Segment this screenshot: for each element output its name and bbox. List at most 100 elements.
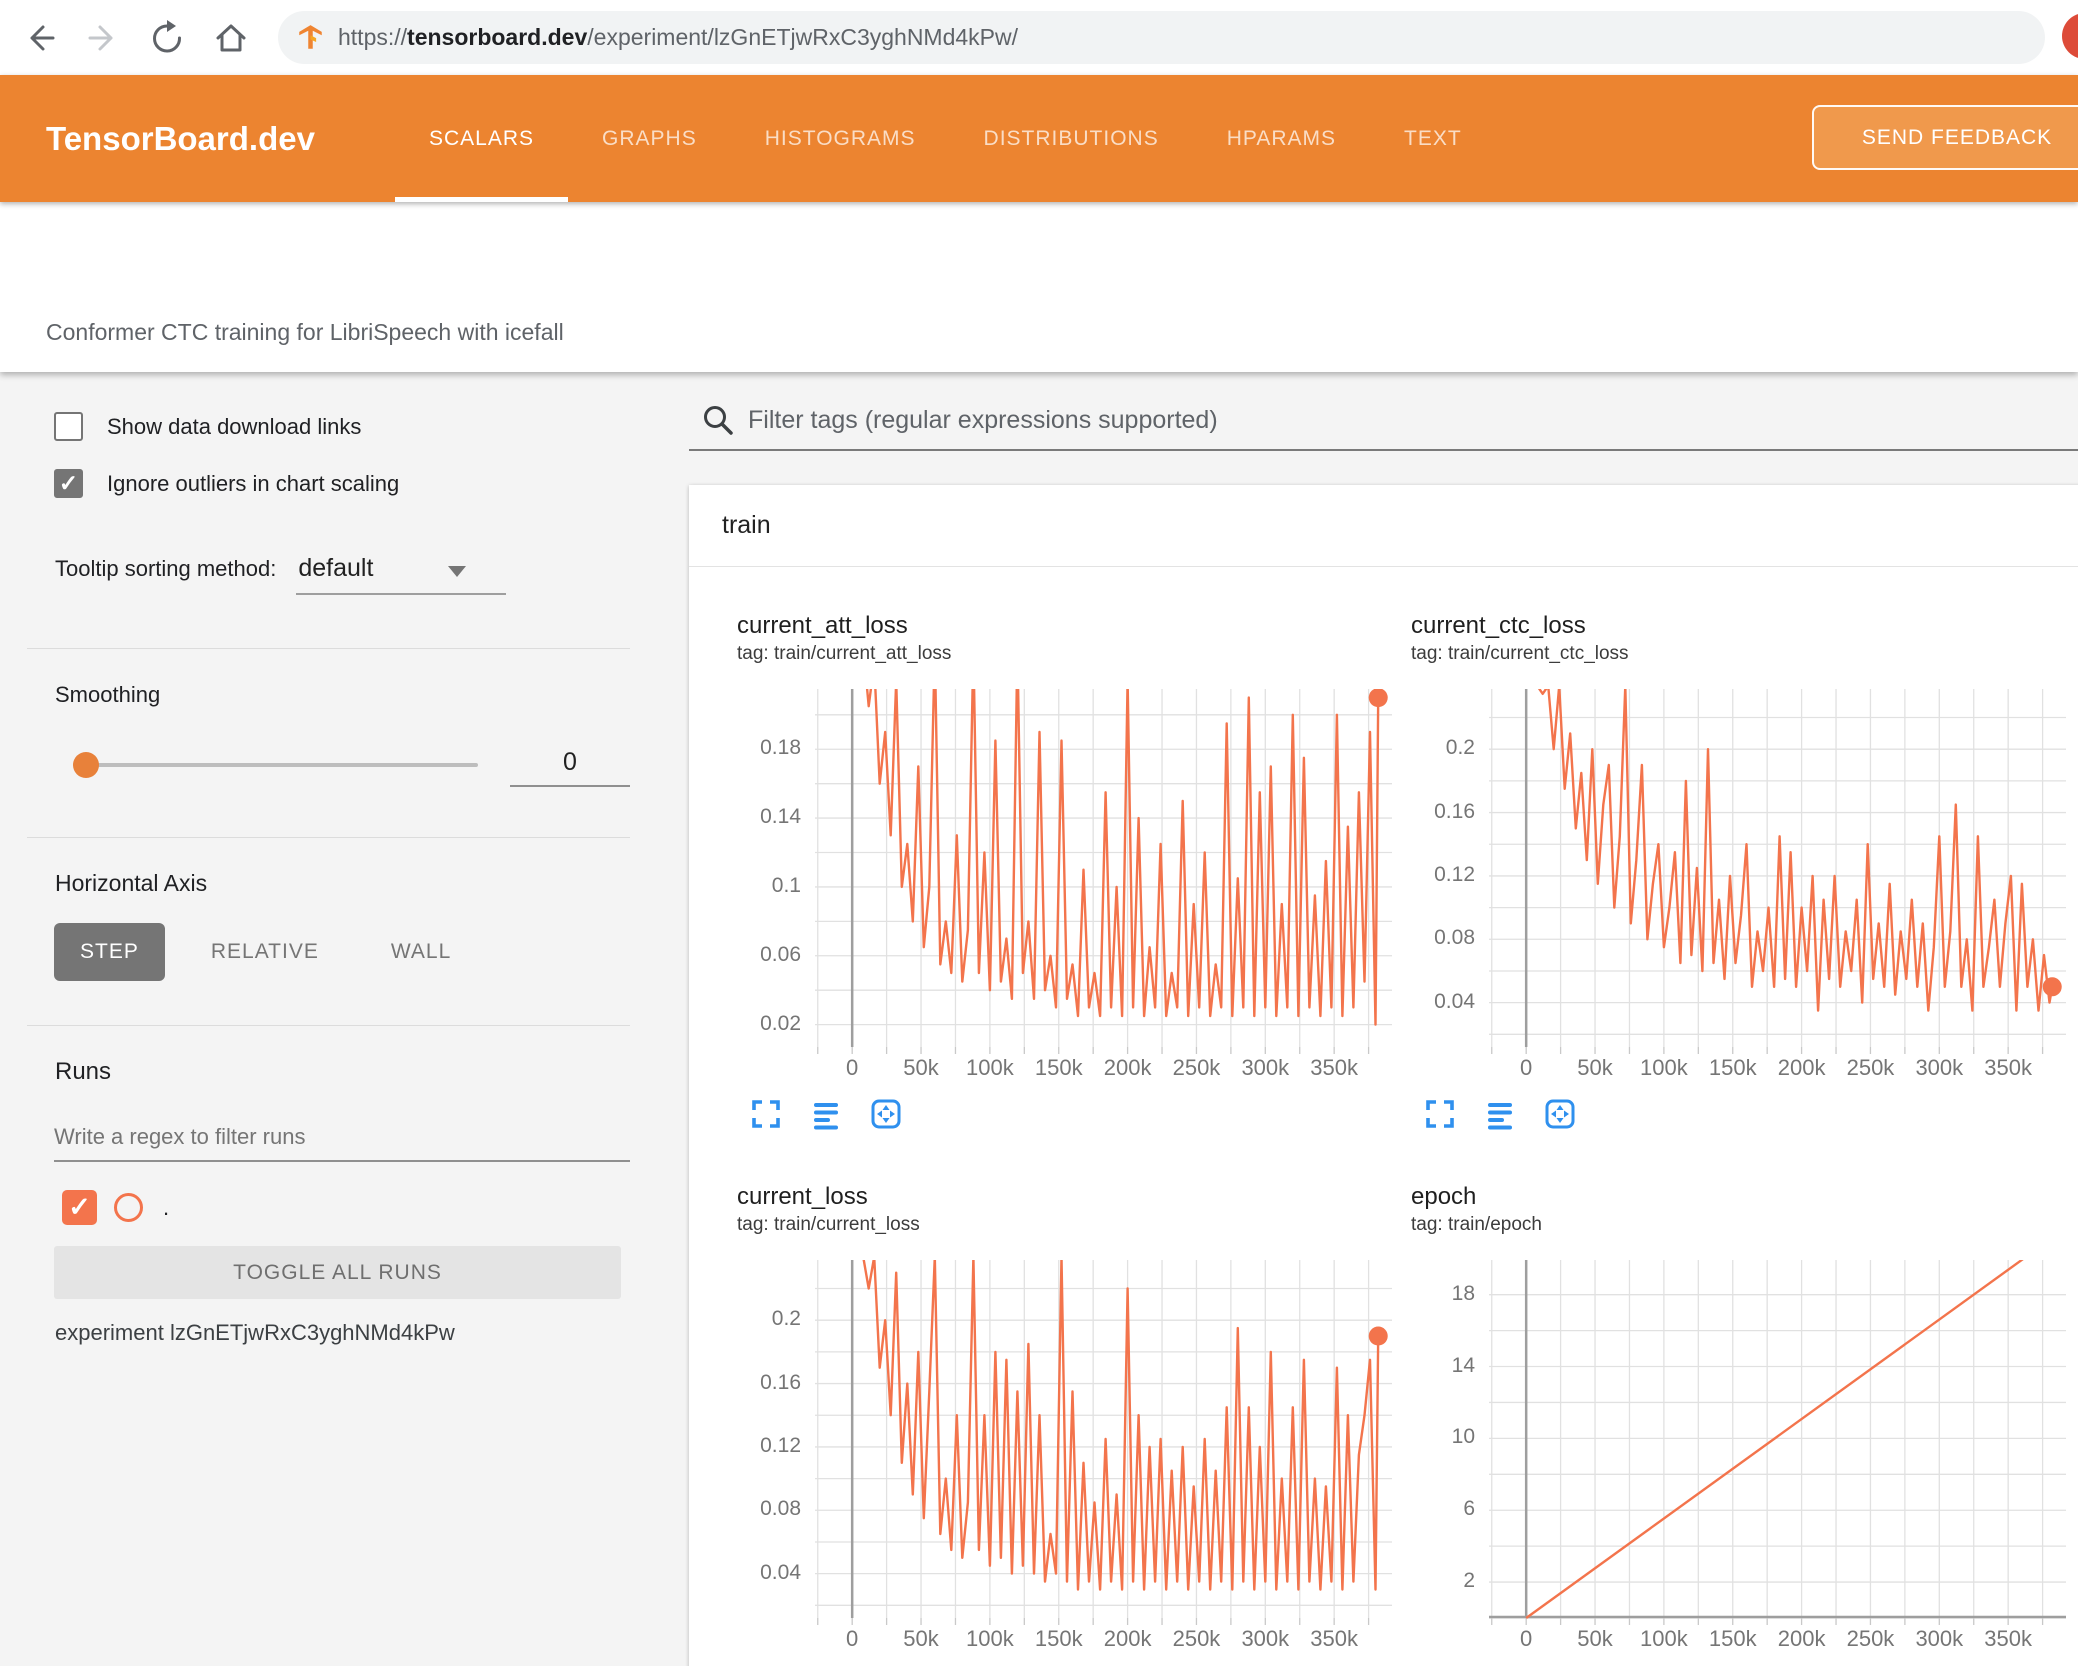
chevron-down-icon: [448, 566, 467, 577]
fit-domain-icon[interactable]: [869, 1097, 903, 1138]
main-panel: train current_att_loss tag: train/current…: [662, 372, 2078, 1666]
app-header: TensorBoard.dev SCALARS GRAPHS HISTOGRAMS D…: [0, 75, 2078, 202]
svg-text:50k: 50k: [1577, 1055, 1613, 1080]
svg-text:50k: 50k: [1577, 1626, 1613, 1651]
run-checkbox-checked-icon[interactable]: ✓: [62, 1190, 97, 1225]
fit-domain-icon[interactable]: [1543, 1097, 1577, 1138]
tab-distributions[interactable]: DISTRIBUTIONS: [950, 75, 1193, 202]
run-row: ✓ .: [62, 1190, 169, 1225]
filter-tags-input[interactable]: [748, 405, 2078, 435]
experiment-title: Conformer CTC training for LibriSpeech w…: [46, 319, 564, 345]
tab-histograms[interactable]: HISTOGRAMS: [731, 75, 950, 202]
runs-label: Runs: [55, 1058, 112, 1085]
tooltip-sorting-select[interactable]: default: [296, 554, 507, 595]
divider: [27, 1025, 630, 1026]
svg-text:300k: 300k: [1241, 1626, 1290, 1651]
svg-text:300k: 300k: [1241, 1055, 1290, 1080]
home-icon[interactable]: [211, 18, 251, 58]
ignore-outliers-checkbox[interactable]: ✓ Ignore outliers in chart scaling: [54, 469, 399, 498]
horizontal-axis-buttons: STEP RELATIVE WALL: [54, 923, 477, 981]
offset-axes-icon[interactable]: [809, 1097, 843, 1138]
svg-text:250k: 250k: [1847, 1055, 1896, 1080]
svg-text:50k: 50k: [903, 1055, 939, 1080]
browser-toolbar: https://tensorboard.dev/experiment/lzGnE…: [0, 0, 2078, 75]
smoothing-slider[interactable]: [73, 752, 478, 778]
url-bar[interactable]: https://tensorboard.dev/experiment/lzGnE…: [278, 11, 2045, 64]
chart-tag: tag: train/current_att_loss: [737, 643, 952, 664]
experiment-id-label: experiment lzGnETjwRxC3yghNMd4kPw: [55, 1320, 455, 1345]
plot-current_att_loss[interactable]: 0 50k 100k 150k 200k 250k 300k 350k: [815, 689, 1392, 1081]
checkbox-checked-icon[interactable]: ✓: [54, 469, 83, 498]
plot-current_ctc_loss[interactable]: 0 50k 100k 150k 200k 250k 300k 350k: [1489, 689, 2066, 1081]
tensorboard-page: https://tensorboard.dev/experiment/lzGnE…: [0, 0, 2078, 1666]
chart-tag: tag: train/current_ctc_loss: [1411, 643, 1629, 664]
svg-text:350k: 350k: [1310, 1055, 1359, 1080]
reload-icon[interactable]: [147, 18, 187, 58]
send-feedback-button[interactable]: SEND FEEDBACK: [1812, 105, 2078, 170]
card-title[interactable]: train: [689, 485, 2078, 567]
run-color-circle-icon[interactable]: [114, 1193, 143, 1222]
svg-text:250k: 250k: [1173, 1055, 1222, 1080]
svg-text:100k: 100k: [966, 1055, 1015, 1080]
divider: [27, 648, 630, 649]
settings-sidebar: Show data download links ✓ Ignore outlie…: [0, 372, 662, 1666]
svg-text:350k: 350k: [1310, 1626, 1359, 1651]
chart-tag: tag: train/epoch: [1411, 1214, 1542, 1235]
chart-cell-current_loss: current_loss tag: train/current_loss 0.04 0…: [737, 1182, 1411, 1652]
tab-hparams[interactable]: HPARAMS: [1193, 75, 1370, 202]
chart-title: current_ctc_loss: [1411, 612, 1586, 639]
runs-filter-row: [54, 1124, 630, 1162]
svg-text:150k: 150k: [1709, 1626, 1758, 1651]
smoothing-value-input[interactable]: 0: [510, 748, 630, 787]
forward-icon[interactable]: [83, 18, 123, 58]
runs-filter-input[interactable]: [54, 1124, 630, 1150]
svg-text:0: 0: [1520, 1055, 1532, 1080]
chart-cell-epoch: epoch tag: train/epoch 2 6 10 14 18 0 50k 100k 150…: [1411, 1182, 2078, 1652]
svg-text:100k: 100k: [1640, 1055, 1689, 1080]
divider: [27, 837, 630, 838]
tab-scalars[interactable]: SCALARS: [395, 75, 569, 202]
chart-title: current_loss: [737, 1183, 868, 1210]
slider-track[interactable]: [73, 763, 478, 767]
svg-text:250k: 250k: [1173, 1626, 1222, 1651]
chart-toolbar: [749, 1097, 1411, 1138]
svg-text:50k: 50k: [903, 1626, 939, 1651]
fullscreen-icon[interactable]: [1423, 1097, 1457, 1138]
plot-current_loss[interactable]: 0 50k 100k 150k 200k 250k 300k 350k: [815, 1260, 1392, 1652]
charts-grid: current_att_loss tag: train/current_att_l…: [689, 567, 2078, 1652]
run-name: .: [163, 1194, 170, 1220]
experiment-subtitle-band: Conformer CTC training for LibriSpeech w…: [0, 202, 2078, 372]
axis-option-wall[interactable]: WALL: [365, 923, 477, 981]
horizontal-axis-label: Horizontal Axis: [55, 870, 208, 896]
offset-axes-icon[interactable]: [1483, 1097, 1517, 1138]
chart-title: current_att_loss: [737, 612, 908, 639]
chart-tag: tag: train/current_loss: [737, 1214, 920, 1235]
tab-text[interactable]: TEXT: [1370, 75, 1496, 202]
smoothing-label: Smoothing: [55, 682, 161, 707]
svg-text:200k: 200k: [1778, 1055, 1827, 1080]
y-axis-labels: 0.02 0.06 0.1 0.14 0.18: [760, 736, 801, 1035]
axis-option-relative[interactable]: RELATIVE: [185, 923, 345, 981]
svg-text:0: 0: [846, 1626, 858, 1651]
url-text: https://tensorboard.dev/experiment/lzGnE…: [338, 24, 1019, 50]
svg-text:200k: 200k: [1104, 1626, 1153, 1651]
back-icon[interactable]: [20, 18, 60, 58]
header-tabs: SCALARS GRAPHS HISTOGRAMS DISTRIBUTIONS HPAR…: [395, 75, 1496, 202]
show-download-links-checkbox[interactable]: Show data download links: [54, 412, 361, 441]
svg-text:150k: 150k: [1709, 1055, 1758, 1080]
profile-avatar[interactable]: [2062, 13, 2078, 59]
slider-thumb[interactable]: [73, 752, 99, 778]
tab-graphs[interactable]: GRAPHS: [568, 75, 731, 202]
toggle-all-runs-button[interactable]: TOGGLE ALL RUNS: [54, 1246, 621, 1299]
axis-option-step[interactable]: STEP: [54, 923, 165, 981]
svg-text:100k: 100k: [966, 1626, 1015, 1651]
chart-cell-current_ctc_loss: current_ctc_loss tag: train/current_ctc_l…: [1411, 611, 2078, 1138]
svg-text:150k: 150k: [1035, 1055, 1084, 1080]
plot-epoch[interactable]: 0 50k 100k 150k 200k 250k 300k 350k: [1489, 1260, 2066, 1652]
brand-title: TensorBoard.dev: [46, 119, 315, 157]
search-icon: [704, 406, 733, 435]
fullscreen-icon[interactable]: [749, 1097, 783, 1138]
svg-text:300k: 300k: [1915, 1626, 1964, 1651]
checkbox-unchecked-icon[interactable]: [54, 412, 83, 441]
svg-text:250k: 250k: [1847, 1626, 1896, 1651]
